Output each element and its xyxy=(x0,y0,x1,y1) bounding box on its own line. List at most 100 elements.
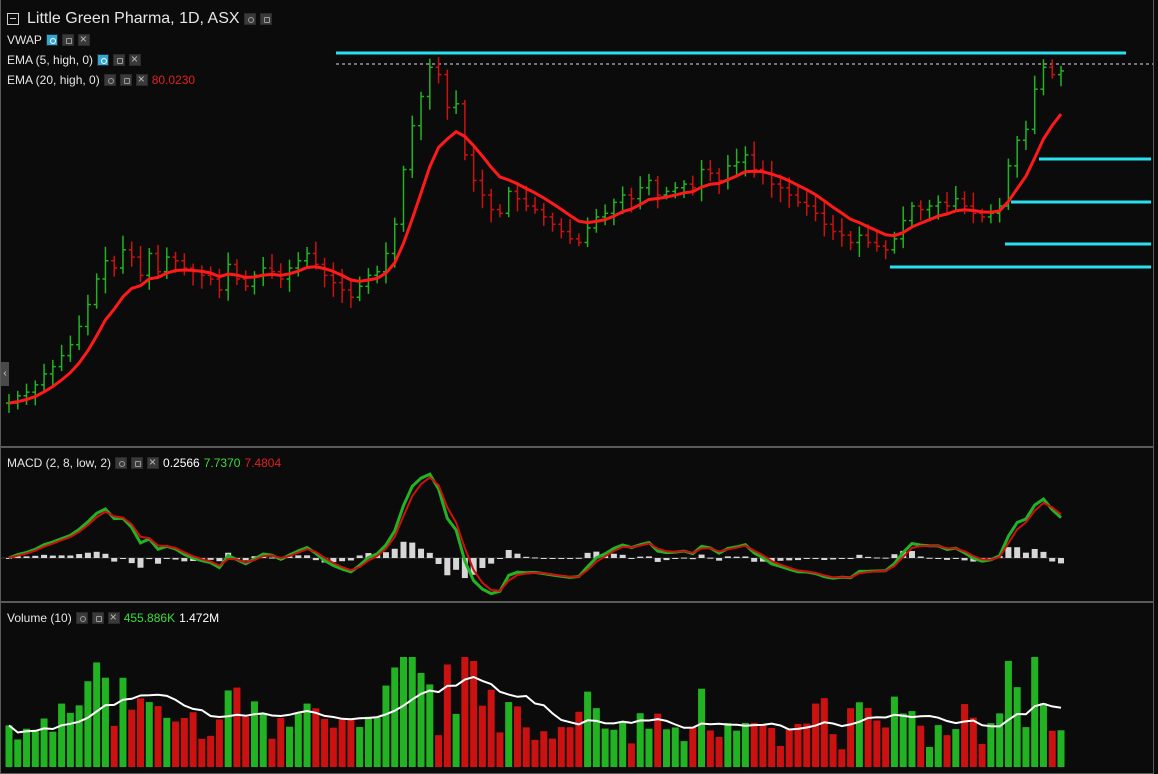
volume-bar xyxy=(163,717,171,767)
gear-icon[interactable] xyxy=(61,34,74,46)
eye-icon[interactable] xyxy=(97,54,110,66)
volume-bar xyxy=(768,727,776,767)
macd-histogram-bar xyxy=(1058,558,1064,564)
macd-chart[interactable] xyxy=(1,448,1154,602)
volume-bar xyxy=(84,681,92,767)
macd-histogram-bar xyxy=(426,552,433,558)
volume-bar xyxy=(391,667,399,767)
close-icon[interactable] xyxy=(129,52,142,66)
volume-bar xyxy=(14,739,22,767)
volume-chart[interactable] xyxy=(1,603,1154,774)
macd-histogram-bar xyxy=(382,552,389,558)
macd-panel[interactable]: MACD (2, 8, low, 2) 0.2566 7.7370 7.4804 xyxy=(0,447,1154,602)
macd-histogram-bar xyxy=(1040,551,1047,558)
ema5-legend: EMA (5, high, 0) xyxy=(7,52,142,67)
price-panel[interactable]: Little Green Pharma, 1D, ASX VWAP EMA (5… xyxy=(0,0,1154,447)
macd-line-value: 7.7370 xyxy=(203,456,241,470)
macd-label: MACD (2, 8, low, 2) xyxy=(7,456,112,470)
volume-bar xyxy=(400,657,407,767)
volume-bar xyxy=(487,689,495,767)
volume-bar xyxy=(978,743,986,767)
volume-value: 455.886K xyxy=(123,611,176,625)
volume-bar xyxy=(987,723,995,767)
volume-bar xyxy=(303,703,311,767)
volume-bar xyxy=(776,746,784,767)
macd-histogram-bar xyxy=(532,557,538,559)
macd-histogram-bar xyxy=(540,558,547,559)
price-chart[interactable] xyxy=(1,0,1154,447)
macd-histogram-bar xyxy=(742,556,749,558)
volume-bar xyxy=(882,727,890,767)
gear-icon[interactable] xyxy=(113,54,126,66)
ema20-value: 80.0230 xyxy=(151,73,196,87)
macd-histogram-bar xyxy=(873,557,880,559)
macd-histogram-bar xyxy=(689,558,696,560)
ema20-legend: EMA (20, high, 0) 80.0230 xyxy=(7,72,196,87)
price-axis[interactable] xyxy=(1153,0,1158,774)
macd-legend: MACD (2, 8, low, 2) 0.2566 7.7370 7.4804 xyxy=(7,455,281,470)
gear-icon[interactable] xyxy=(91,612,104,624)
macd-histogram-bar xyxy=(339,558,346,562)
eye-icon[interactable] xyxy=(103,74,116,86)
volume-bar xyxy=(943,735,951,767)
volume-panel[interactable]: Volume (10) 455.886K 1.472M xyxy=(0,602,1154,774)
eye-icon[interactable] xyxy=(45,34,58,46)
volume-bar xyxy=(215,719,223,767)
volume-bar xyxy=(996,713,1004,767)
volume-bar xyxy=(1048,730,1056,767)
macd-histogram-bar xyxy=(155,558,162,564)
volume-bar xyxy=(820,698,828,767)
macd-histogram-bar xyxy=(172,558,179,560)
volume-bar xyxy=(286,726,294,767)
volume-bar xyxy=(277,718,285,767)
volume-bar xyxy=(610,729,618,767)
volume-bar xyxy=(347,718,355,767)
macd-histogram-bar xyxy=(128,558,135,564)
volume-bar xyxy=(373,717,381,767)
volume-bar xyxy=(750,722,758,767)
collapse-box-icon[interactable] xyxy=(7,13,19,25)
volume-bar xyxy=(23,728,31,767)
gear-icon[interactable] xyxy=(131,457,144,469)
gear-icon[interactable] xyxy=(119,74,132,86)
chart-window: Little Green Pharma, 1D, ASX VWAP EMA (5… xyxy=(0,0,1158,774)
macd-histogram-bar xyxy=(838,558,845,559)
macd-histogram-bar xyxy=(32,555,39,558)
macd-histogram-bar xyxy=(49,555,56,558)
volume-bar xyxy=(31,729,39,767)
macd-histogram-bar xyxy=(1049,558,1056,562)
eye-icon[interactable] xyxy=(243,13,256,25)
gear-icon[interactable] xyxy=(259,13,272,25)
volume-bar xyxy=(689,726,697,767)
eye-icon[interactable] xyxy=(115,457,128,469)
close-icon[interactable] xyxy=(147,455,160,469)
close-icon[interactable] xyxy=(135,72,148,86)
macd-histogram-bar xyxy=(891,554,898,558)
macd-histogram-bar xyxy=(786,558,793,561)
chevron-left-icon[interactable]: ‹ xyxy=(1,362,9,386)
volume-bar xyxy=(908,711,916,767)
volume-bar xyxy=(522,727,530,767)
macd-histogram-bar xyxy=(944,558,951,560)
volume-bar xyxy=(435,735,443,767)
volume-bar xyxy=(172,721,180,767)
macd-histogram-bar xyxy=(102,553,109,558)
chart-title: Little Green Pharma, 1D, ASX xyxy=(27,10,240,27)
volume-bar xyxy=(575,711,583,767)
macd-histogram-bar xyxy=(146,558,153,560)
macd-histogram-bar xyxy=(672,558,679,559)
eye-icon[interactable] xyxy=(75,612,88,624)
volume-bar xyxy=(592,708,600,767)
macd-histogram-bar xyxy=(41,554,48,558)
macd-histogram-bar xyxy=(409,542,416,558)
volume-bar xyxy=(75,705,83,767)
volume-bar xyxy=(1057,730,1065,767)
close-icon[interactable] xyxy=(107,610,120,624)
volume-bar xyxy=(855,702,863,767)
close-icon[interactable] xyxy=(77,32,90,46)
macd-histogram-bar xyxy=(698,554,705,558)
macd-histogram-bar xyxy=(1014,547,1021,558)
volume-bar xyxy=(505,702,513,767)
macd-histogram-bar xyxy=(707,557,714,559)
vwap-legend: VWAP xyxy=(7,32,90,47)
